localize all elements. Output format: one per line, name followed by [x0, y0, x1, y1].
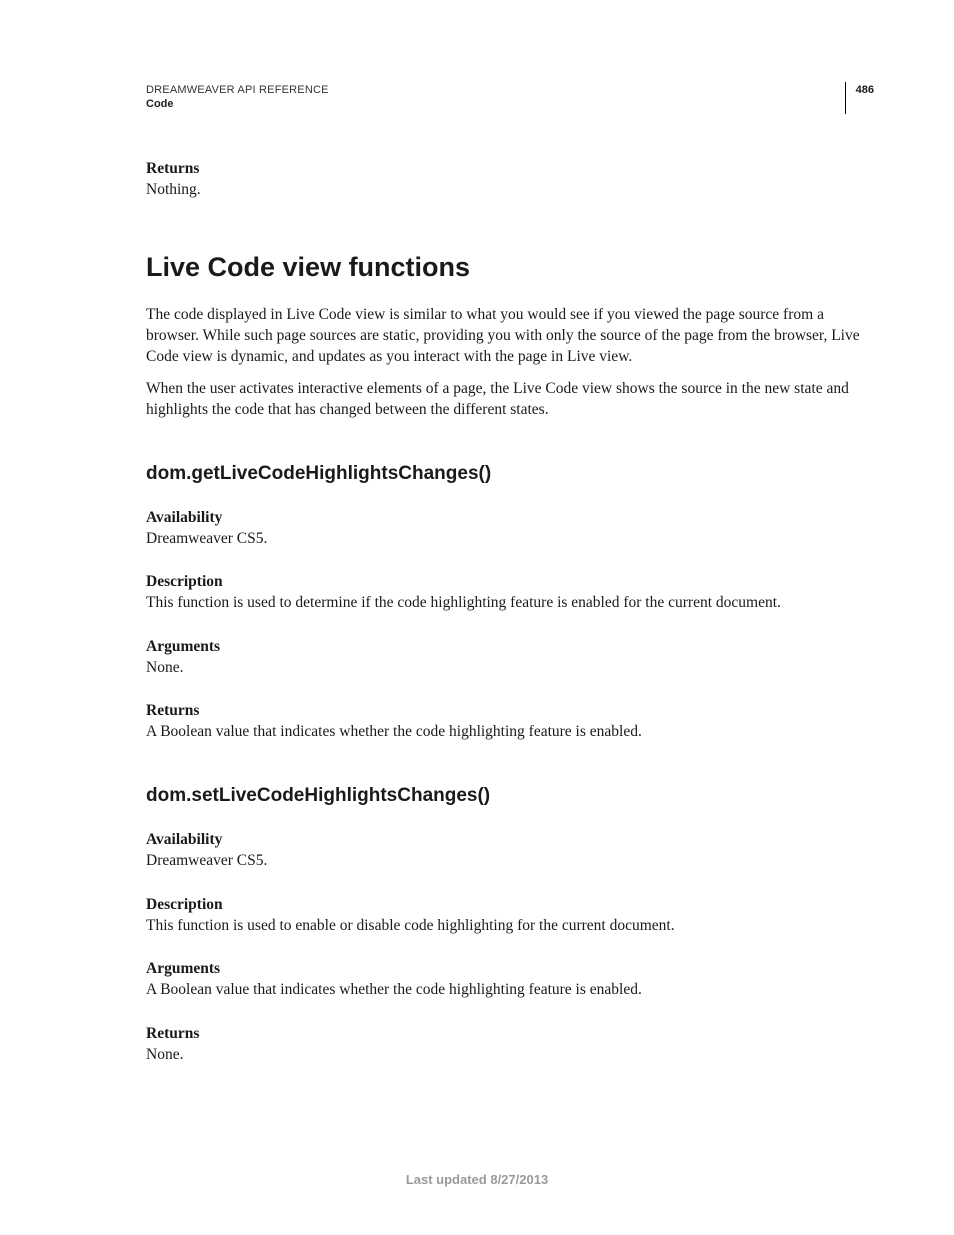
intro-paragraph-2: When the user activates interactive elem… [146, 379, 874, 420]
header-row: DREAMWEAVER API REFERENCE Code 486 [146, 84, 874, 114]
arguments-value: None. [146, 658, 874, 679]
function-heading: dom.getLiveCodeHighlightsChanges() [146, 463, 874, 485]
availability-label: Availability [146, 509, 874, 527]
doc-title-small: DREAMWEAVER API REFERENCE [146, 84, 329, 96]
availability-label: Availability [146, 831, 874, 849]
page-number: 486 [856, 84, 874, 96]
description-label: Description [146, 573, 874, 591]
description-block: Description This function is used to ena… [146, 896, 874, 937]
availability-block: Availability Dreamweaver CS5. [146, 831, 874, 872]
returns-value: A Boolean value that indicates whether t… [146, 722, 874, 743]
function-heading: dom.setLiveCodeHighlightsChanges() [146, 785, 874, 807]
availability-block: Availability Dreamweaver CS5. [146, 509, 874, 550]
arguments-value: A Boolean value that indicates whether t… [146, 980, 874, 1001]
prelude-returns-label: Returns [146, 160, 874, 178]
availability-value: Dreamweaver CS5. [146, 851, 874, 872]
arguments-block: Arguments None. [146, 638, 874, 679]
description-value: This function is used to determine if th… [146, 593, 874, 614]
footer-last-updated: Last updated 8/27/2013 [0, 1172, 954, 1187]
main-heading: Live Code view functions [146, 252, 874, 283]
doc-section: Code [146, 98, 329, 110]
description-block: Description This function is used to det… [146, 573, 874, 614]
arguments-label: Arguments [146, 960, 874, 978]
page: DREAMWEAVER API REFERENCE Code 486 Retur… [0, 0, 954, 1235]
description-label: Description [146, 896, 874, 914]
returns-block: Returns None. [146, 1025, 874, 1066]
arguments-block: Arguments A Boolean value that indicates… [146, 960, 874, 1001]
description-value: This function is used to enable or disab… [146, 916, 874, 937]
returns-block: Returns A Boolean value that indicates w… [146, 702, 874, 743]
returns-label: Returns [146, 702, 874, 720]
prelude-returns-value: Nothing. [146, 180, 874, 200]
arguments-label: Arguments [146, 638, 874, 656]
availability-value: Dreamweaver CS5. [146, 529, 874, 550]
intro-paragraph-1: The code displayed in Live Code view is … [146, 305, 874, 367]
returns-label: Returns [146, 1025, 874, 1043]
page-number-wrap: 486 [845, 82, 874, 114]
header-left: DREAMWEAVER API REFERENCE Code [146, 84, 329, 110]
returns-value: None. [146, 1045, 874, 1066]
